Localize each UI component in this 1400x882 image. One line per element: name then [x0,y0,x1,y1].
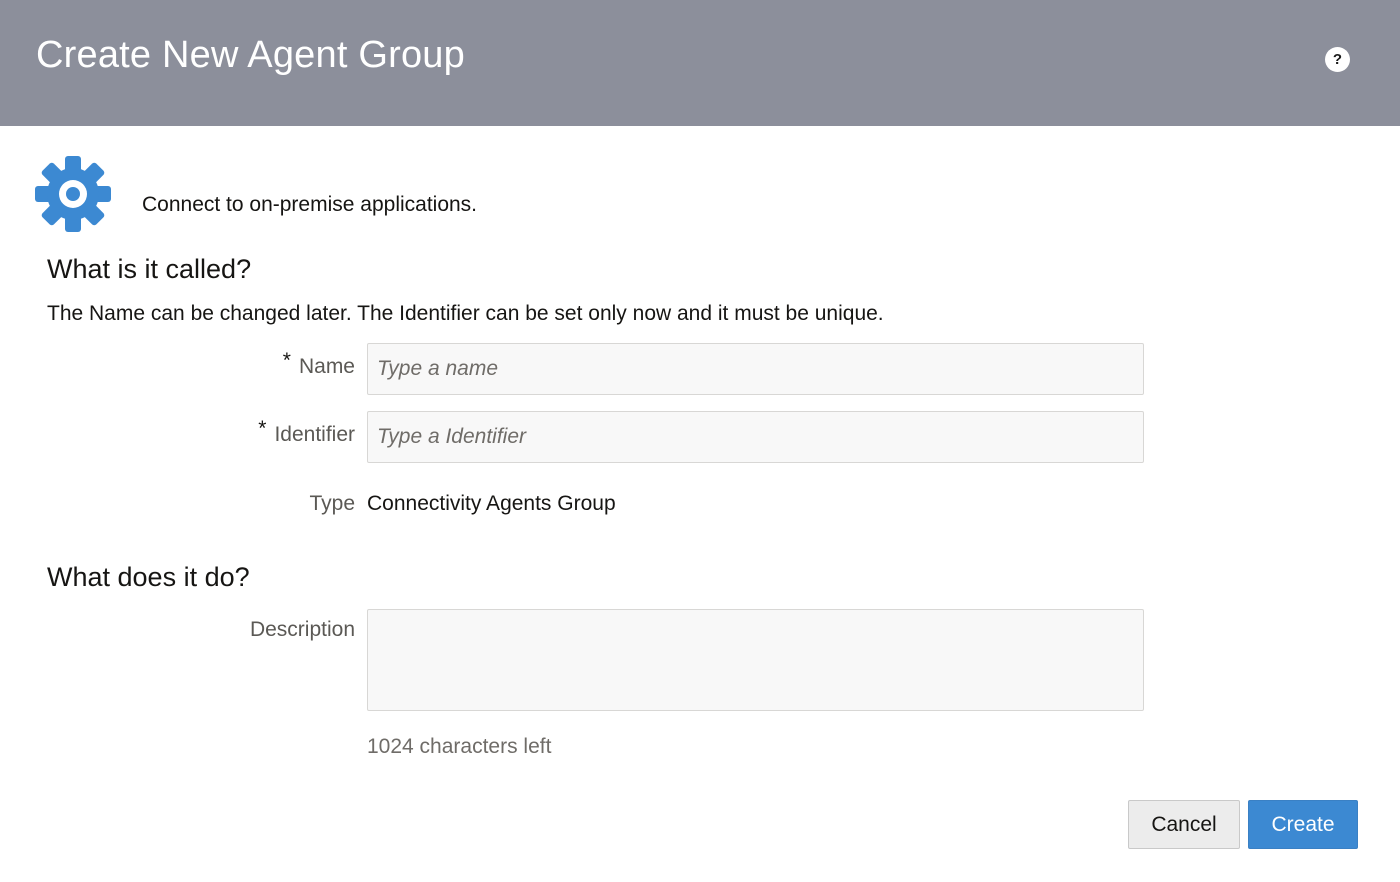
required-marker: * [282,349,291,372]
characters-left-counter: 1024 characters left [367,735,552,758]
name-hint-text: The Name can be changed later. The Ident… [47,302,884,325]
section-title-called: What is it called? [47,254,252,284]
identifier-label: * Identifier [258,417,355,447]
name-label: * Name [283,349,355,379]
description-textarea[interactable] [367,609,1144,711]
intro-text: Connect to on-premise applications. [142,193,478,216]
identifier-input[interactable] [367,411,1144,463]
type-label: Type [309,492,355,515]
help-icon[interactable]: ? [1325,47,1350,72]
required-marker: * [258,417,267,440]
section-title-does: What does it do? [47,562,250,592]
dialog-header: Create New Agent Group ? [0,0,1400,126]
name-input[interactable] [367,343,1144,395]
create-button[interactable]: Create [1248,800,1358,849]
name-label-text: Name [298,355,355,378]
cancel-button[interactable]: Cancel [1128,800,1240,849]
identifier-label-text: Identifier [274,423,355,446]
create-agent-group-dialog: Create New Agent Group ? Connect to on-p… [0,0,1400,882]
dialog-title: Create New Agent Group [36,34,465,76]
type-value: Connectivity Agents Group [367,492,616,515]
description-label: Description [249,618,355,641]
gear-icon [35,156,111,232]
